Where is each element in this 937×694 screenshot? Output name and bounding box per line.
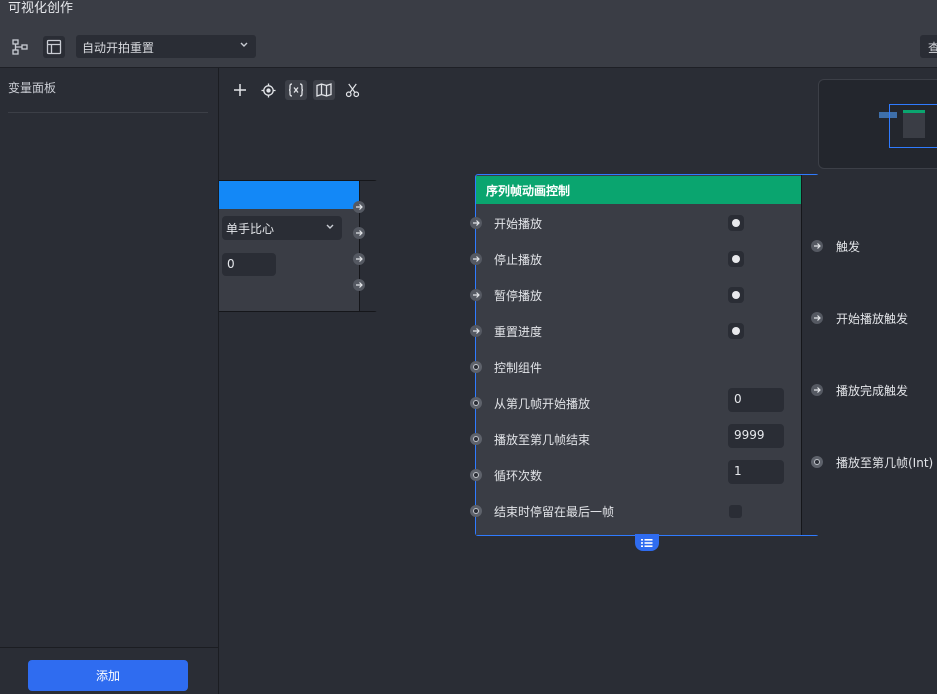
data-out-port-icon[interactable] [811,456,823,468]
gesture-value: 0 [227,257,235,271]
input-row-control-component: 控制组件 [470,357,801,377]
exec-out-port-icon[interactable] [353,279,365,291]
title-bar: 可视化创作 [0,0,937,28]
trigger-radio[interactable] [728,287,744,303]
node-body: 开始播放 停止播放 暂停播放 重置进度 控制组件 从第几帧开始播放 0 播放至第… [470,204,801,535]
trigger-radio[interactable] [728,323,744,339]
output-label: 开始播放触发 [836,312,909,326]
divider [8,112,208,113]
input-label: 暂停播放 [494,289,543,303]
layout-icon[interactable] [43,36,65,58]
data-in-port-icon[interactable] [470,433,482,445]
mode-select[interactable]: 自动开拍重置 [76,35,256,58]
exec-out-port-icon[interactable] [353,201,365,213]
trigger-radio[interactable] [728,251,744,267]
output-label: 播放至第几帧(Int) [836,456,934,470]
start-frame-value: 0 [734,392,742,406]
variable-panel-title: 变量面板 [8,81,57,95]
gesture-value-input[interactable]: 0 [222,253,276,276]
input-row-start-frame: 从第几帧开始播放 0 [470,388,801,413]
gesture-node-output-ports [353,181,378,311]
input-label: 结束时停留在最后一帧 [494,505,615,519]
exec-in-port-icon[interactable] [470,217,482,229]
input-label: 从第几帧开始播放 [494,397,591,411]
exec-out-port-icon[interactable] [811,384,823,396]
input-row-reset-progress: 重置进度 [470,321,801,341]
input-row-loop-count: 循环次数 1 [470,460,801,485]
node-header[interactable]: 序列帧动画控制 [476,176,801,204]
loop-count-value: 1 [734,464,742,478]
chevron-down-icon [238,38,250,55]
output-label: 播放完成触发 [836,384,909,398]
variable-icon[interactable] [285,80,307,100]
output-label: 触发 [836,240,861,254]
node-menu-icon[interactable] [635,534,659,551]
input-label: 播放至第几帧结束 [494,433,591,447]
input-row-end-frame: 播放至第几帧结束 9999 [470,424,801,449]
end-frame-value: 9999 [734,428,765,442]
exec-out-port-icon[interactable] [353,227,365,239]
input-label: 重置进度 [494,325,543,339]
locate-icon[interactable] [257,80,279,100]
gesture-select[interactable]: 单手比心 [222,216,342,240]
view-button[interactable]: 查 [920,35,937,58]
chevron-down-icon [324,220,336,237]
trigger-radio[interactable] [728,215,744,231]
exec-out-port-icon[interactable] [811,312,823,324]
data-in-port-icon[interactable] [470,397,482,409]
input-label: 控制组件 [494,361,543,375]
input-label: 循环次数 [494,469,543,483]
gesture-node[interactable]: 单手比心 0 [219,180,378,312]
gesture-node-header[interactable] [219,181,360,209]
exec-out-port-icon[interactable] [353,253,365,265]
window-title: 可视化创作 [8,1,74,16]
input-row-start-play: 开始播放 [470,213,801,233]
node-title: 序列帧动画控制 [486,184,571,198]
input-row-stay-last-frame: 结束时停留在最后一帧 [470,501,801,521]
input-row-pause-play: 暂停播放 [470,285,801,305]
minimap[interactable] [818,79,937,169]
start-frame-input[interactable]: 0 [728,388,784,412]
stay-last-frame-checkbox[interactable] [729,505,742,518]
input-label: 停止播放 [494,253,543,267]
node-output-port-column [801,175,819,535]
data-in-port-icon[interactable] [470,505,482,517]
end-frame-input[interactable]: 9999 [728,424,784,448]
plus-icon[interactable] [229,80,251,100]
divider [0,647,218,648]
input-row-stop-play: 停止播放 [470,249,801,269]
node-tree-icon[interactable] [9,36,31,58]
loop-count-input[interactable]: 1 [728,460,784,484]
minimap-viewport[interactable] [889,104,937,148]
map-icon[interactable] [313,80,335,100]
add-variable-button[interactable]: 添加 [28,660,188,691]
mode-select-value: 自动开拍重置 [82,41,155,55]
variable-panel: 变量面板 添加 [0,68,219,694]
gesture-select-value: 单手比心 [226,222,275,236]
exec-out-port-icon[interactable] [811,240,823,252]
exec-in-port-icon[interactable] [470,289,482,301]
exec-in-port-icon[interactable] [470,253,482,265]
data-in-port-icon[interactable] [470,469,482,481]
sequence-animation-node[interactable]: 序列帧动画控制 开始播放 停止播放 暂停播放 重置进度 控制组件 从第几帧开始播… [470,174,819,536]
view-button-label: 查 [928,41,937,55]
exec-in-port-icon[interactable] [470,325,482,337]
scissors-icon[interactable] [341,80,363,100]
data-in-port-icon[interactable] [470,361,482,373]
input-label: 开始播放 [494,217,543,231]
